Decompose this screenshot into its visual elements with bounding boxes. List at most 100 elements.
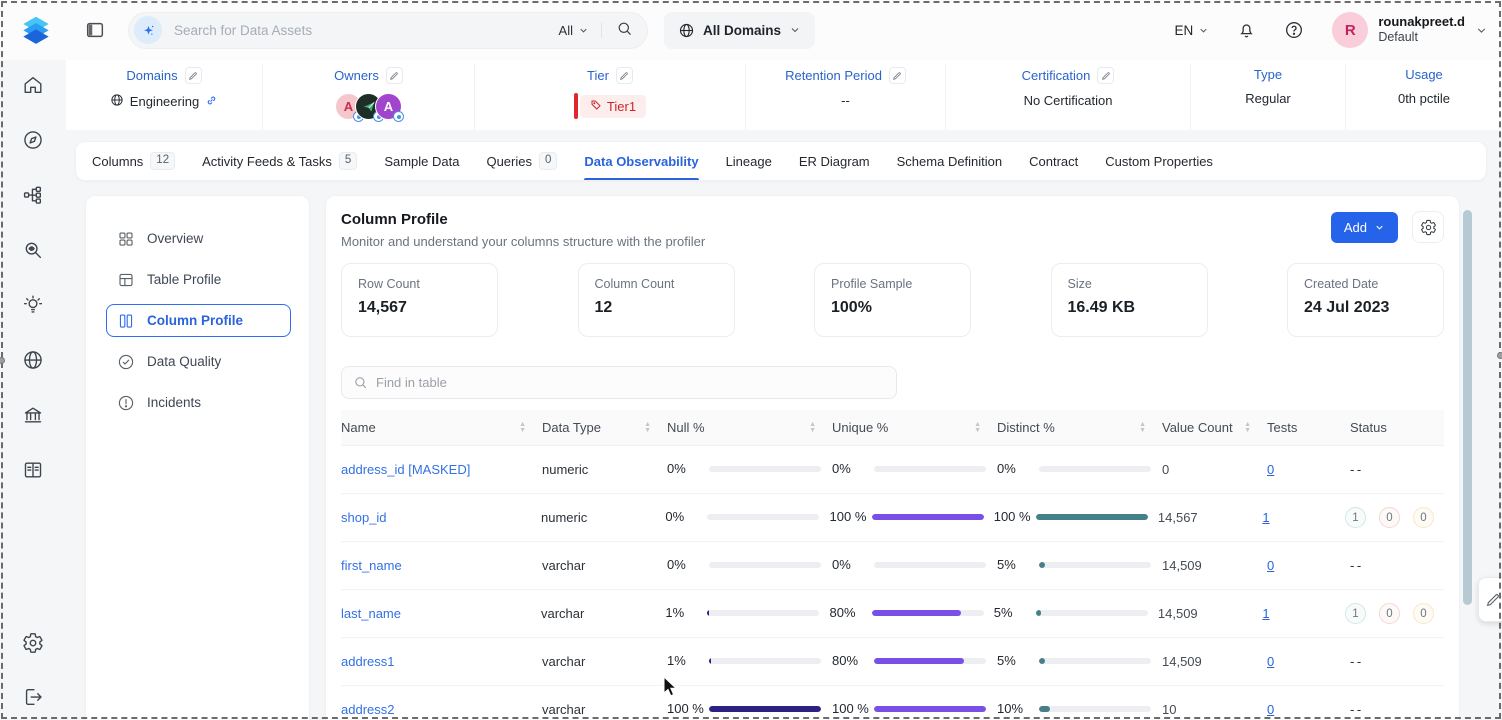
all-domains-dropdown[interactable]: All Domains <box>664 12 815 49</box>
data-type-value: varchar <box>542 702 585 717</box>
sort-icon[interactable]: ▲▼ <box>1139 422 1146 434</box>
tests-count-link[interactable]: 0 <box>1267 654 1274 669</box>
column-header-data-type[interactable]: Data Type▲▼ <box>542 420 667 435</box>
vertical-scrollbar[interactable] <box>1463 210 1472 605</box>
summary-field-retention-period: Retention Period-- <box>745 64 945 130</box>
summary-label[interactable]: Type <box>1254 67 1282 82</box>
column-name-link[interactable]: address1 <box>341 654 394 669</box>
user-profile-dropdown[interactable]: R rounakpreet.d Default <box>1332 12 1488 48</box>
global-search-input[interactable]: Search for Data Assets All <box>128 12 648 49</box>
sidebar-item-column-profile[interactable]: Column Profile <box>106 304 291 337</box>
tab-activity-feeds-tasks[interactable]: Activity Feeds & Tasks5 <box>202 142 357 180</box>
summary-label[interactable]: Usage <box>1405 67 1443 82</box>
sidebar-item-table-profile[interactable]: Table Profile <box>106 263 291 296</box>
sort-icon[interactable]: ▲▼ <box>1244 422 1251 434</box>
sidebar-item-label: Overview <box>147 231 203 246</box>
column-header-tests: Tests <box>1267 420 1350 435</box>
tab-custom-properties[interactable]: Custom Properties <box>1105 142 1213 180</box>
column-name-link[interactable]: shop_id <box>341 510 387 525</box>
stat-value: 12 <box>595 299 718 317</box>
percent-label: 1% <box>667 653 709 670</box>
tab-queries[interactable]: Queries0 <box>486 142 557 180</box>
tier-pill[interactable]: Tier1 <box>580 95 646 118</box>
progress-bar <box>1036 610 1148 616</box>
logout-icon[interactable] <box>22 686 44 708</box>
tab-sample-data[interactable]: Sample Data <box>384 142 459 180</box>
summary-label[interactable]: Certification <box>1022 68 1091 83</box>
domain-link[interactable]: Engineering <box>130 94 199 109</box>
sort-icon[interactable]: ▲▼ <box>644 422 651 434</box>
link-icon[interactable] <box>205 94 218 110</box>
notifications-bell-icon[interactable] <box>1237 21 1256 40</box>
govern-icon[interactable] <box>22 404 44 426</box>
column-name-link[interactable]: address2 <box>341 702 394 717</box>
column-header-null-[interactable]: Null %▲▼ <box>667 420 832 435</box>
tab-contract[interactable]: Contract <box>1029 142 1078 180</box>
edit-icon[interactable] <box>889 67 906 84</box>
page-subtitle: Monitor and understand your columns stru… <box>341 234 705 249</box>
table-row: address2varchar100 %100 %10%100-- <box>341 686 1444 720</box>
owner-avatar[interactable]: A <box>375 93 402 120</box>
owners-avatars[interactable]: AA <box>335 93 402 120</box>
annotation-edge-widget[interactable] <box>1478 577 1502 622</box>
data-type-value: varchar <box>541 606 584 621</box>
summary-label[interactable]: Tier <box>587 68 609 83</box>
column-header-distinct-[interactable]: Distinct %▲▼ <box>997 420 1162 435</box>
insights-icon[interactable] <box>22 294 44 316</box>
edit-icon[interactable] <box>1097 67 1114 84</box>
tab-data-observability[interactable]: Data Observability <box>584 142 698 180</box>
help-icon[interactable] <box>1284 20 1304 40</box>
selection-handle-right[interactable] <box>1497 352 1502 359</box>
observability-icon[interactable] <box>22 239 44 261</box>
column-header-value-count[interactable]: Value Count▲▼ <box>1162 420 1267 435</box>
sort-icon[interactable]: ▲▼ <box>809 422 816 434</box>
stat-card-size: Size16.49 KB <box>1051 263 1208 337</box>
tier-value[interactable]: Tier1 <box>574 93 646 119</box>
tab-label: Queries <box>486 154 532 169</box>
explore-icon[interactable] <box>22 129 44 151</box>
column-name-link[interactable]: first_name <box>341 558 402 573</box>
column-name-link[interactable]: address_id [MASKED] <box>341 462 470 477</box>
lineage-icon[interactable] <box>22 184 44 206</box>
column-name-link[interactable]: last_name <box>341 606 401 621</box>
progress-bar-fill <box>1036 514 1148 520</box>
domains-icon[interactable] <box>22 349 44 371</box>
column-header-unique-[interactable]: Unique %▲▼ <box>832 420 997 435</box>
glossary-icon[interactable] <box>22 459 44 481</box>
edit-icon[interactable] <box>616 67 633 84</box>
tests-count-link[interactable]: 0 <box>1267 702 1274 717</box>
openmetadata-logo-icon[interactable] <box>14 8 58 52</box>
summary-label[interactable]: Domains <box>126 68 177 83</box>
percent-label: 100 % <box>832 701 874 718</box>
sidebar-item-incidents[interactable]: Incidents <box>106 386 291 419</box>
edit-icon[interactable] <box>386 67 403 84</box>
overview-icon <box>117 230 135 248</box>
search-icon[interactable] <box>616 20 633 40</box>
chevron-down-icon <box>1374 222 1385 233</box>
language-dropdown[interactable]: EN <box>1175 23 1210 38</box>
tests-count-link[interactable]: 0 <box>1267 558 1274 573</box>
settings-icon[interactable] <box>22 632 44 654</box>
find-in-table-input[interactable]: Find in table <box>341 366 897 399</box>
column-header-name[interactable]: Name▲▼ <box>341 420 542 435</box>
add-button[interactable]: Add <box>1331 212 1398 243</box>
sidebar-item-overview[interactable]: Overview <box>106 222 291 255</box>
ai-sparkle-icon[interactable] <box>134 16 162 44</box>
sort-icon[interactable]: ▲▼ <box>974 422 981 434</box>
sidebar-item-data-quality[interactable]: Data Quality <box>106 345 291 378</box>
tests-count-link[interactable]: 1 <box>1262 606 1269 621</box>
profiler-settings-button[interactable] <box>1412 211 1444 243</box>
summary-label[interactable]: Retention Period <box>785 68 882 83</box>
summary-label[interactable]: Owners <box>334 68 379 83</box>
sort-icon[interactable]: ▲▼ <box>519 422 526 434</box>
home-icon[interactable] <box>22 74 44 96</box>
tab-lineage[interactable]: Lineage <box>726 142 772 180</box>
sidebar-toggle-icon[interactable] <box>84 19 106 41</box>
tab-columns[interactable]: Columns12 <box>92 142 175 180</box>
search-scope-dropdown[interactable]: All <box>559 23 602 38</box>
tests-count-link[interactable]: 0 <box>1267 462 1274 477</box>
tab-er-diagram[interactable]: ER Diagram <box>799 142 870 180</box>
edit-icon[interactable] <box>185 67 202 84</box>
tab-schema-definition[interactable]: Schema Definition <box>897 142 1003 180</box>
tests-count-link[interactable]: 1 <box>1262 510 1269 525</box>
